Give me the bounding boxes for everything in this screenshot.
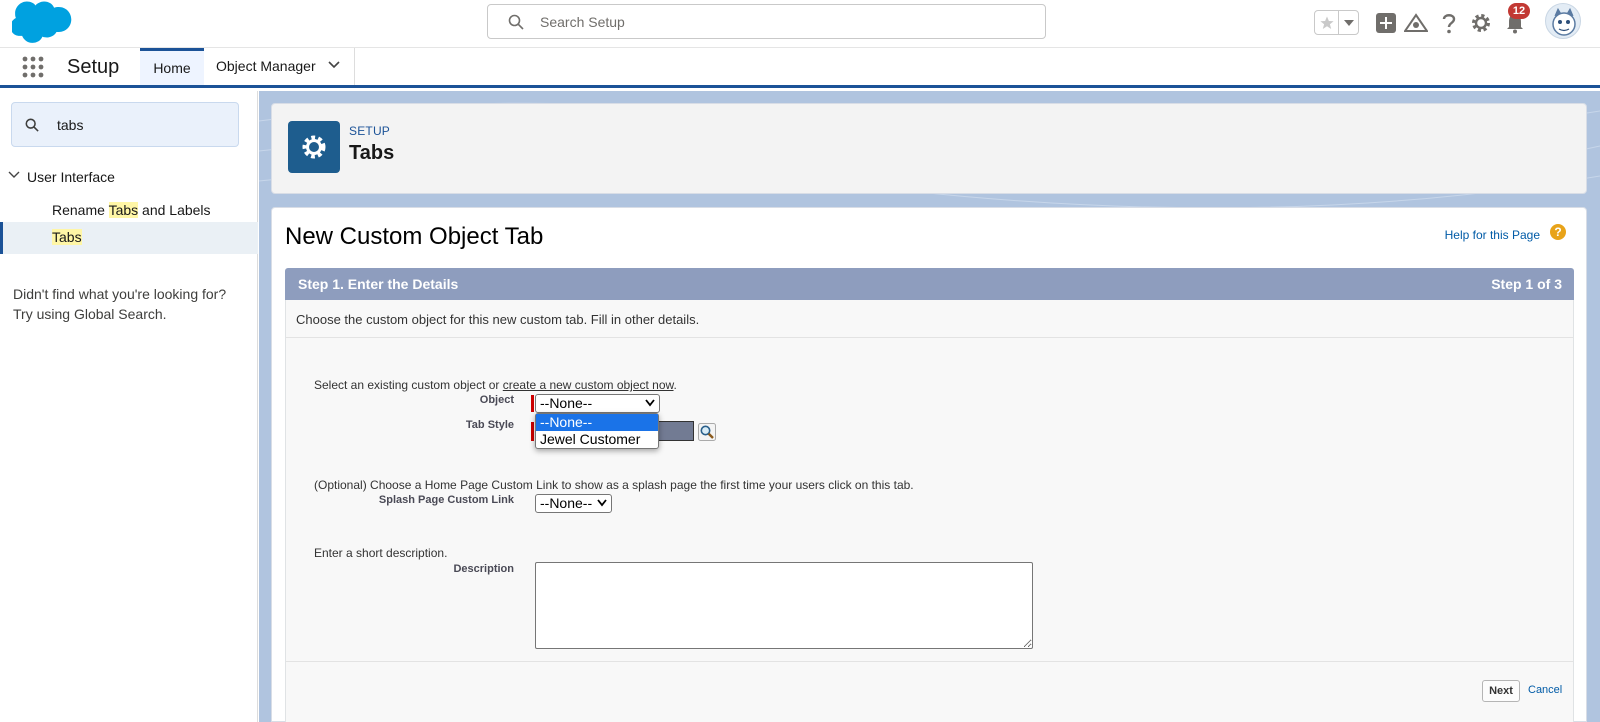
salesforce-logo[interactable] bbox=[12, 0, 74, 44]
search-icon bbox=[508, 14, 524, 30]
chevron-down-icon bbox=[597, 499, 607, 507]
sidebar-item-label: Tabs bbox=[52, 229, 82, 245]
tab-object-manager[interactable]: Object Manager bbox=[204, 48, 355, 85]
lookup-magnifier-icon[interactable] bbox=[698, 423, 716, 441]
chevron-down-icon[interactable] bbox=[328, 61, 340, 69]
divider bbox=[286, 661, 1573, 662]
setup-sidebar: tabs User Interface Rename Tabs and Labe… bbox=[0, 91, 258, 722]
setup-gear-icon bbox=[288, 121, 340, 173]
gear-icon[interactable] bbox=[1469, 11, 1493, 35]
step-intro-text: Choose the custom object for this new cu… bbox=[296, 312, 700, 327]
tree-group-user-interface[interactable]: User Interface bbox=[0, 163, 258, 193]
form-heading: New Custom Object Tab bbox=[285, 223, 544, 250]
quick-find-box[interactable]: tabs bbox=[11, 102, 239, 147]
app-window: 12 Setup Home Object Manager tabs User bbox=[0, 0, 1600, 722]
description-textarea[interactable] bbox=[535, 562, 1033, 649]
favorites-dropdown-icon[interactable] bbox=[1340, 11, 1358, 34]
step-counter: Step 1 of 3 bbox=[1491, 276, 1562, 292]
object-prompt: Select an existing custom object or crea… bbox=[314, 378, 677, 392]
create-custom-object-link[interactable]: create a new custom object now bbox=[503, 378, 674, 392]
divider bbox=[286, 337, 1573, 338]
required-indicator bbox=[531, 395, 534, 412]
user-avatar[interactable] bbox=[1545, 3, 1581, 39]
tree-group-label: User Interface bbox=[27, 169, 115, 185]
cancel-link[interactable]: Cancel bbox=[1528, 684, 1562, 696]
next-button[interactable]: Next bbox=[1482, 680, 1520, 702]
tab-home[interactable]: Home bbox=[140, 48, 204, 85]
global-actions-icon[interactable] bbox=[1374, 11, 1398, 35]
global-search-box[interactable] bbox=[487, 4, 1046, 39]
description-prompt: Enter a short description. bbox=[314, 546, 448, 560]
step-bar: Step 1. Enter the Details Step 1 of 3 bbox=[285, 268, 1574, 300]
sidebar-item-label: Rename Tabs and Labels bbox=[52, 202, 211, 218]
object-label: Object bbox=[479, 394, 514, 406]
tab-style-label: Tab Style bbox=[465, 419, 514, 431]
step-panel: Choose the custom object for this new cu… bbox=[285, 300, 1574, 722]
description-label: Description bbox=[453, 563, 514, 575]
sidebar-item-tabs[interactable]: Tabs bbox=[0, 222, 258, 254]
notification-count-badge: 12 bbox=[1508, 3, 1530, 19]
object-select-dropdown[interactable]: --None-- Jewel Customer bbox=[535, 413, 659, 449]
sidebar-help-text: Didn't find what you're looking for? Try… bbox=[13, 286, 227, 322]
favorites-control[interactable] bbox=[1314, 10, 1359, 35]
step-title: Step 1. Enter the Details bbox=[298, 276, 459, 292]
object-option-jewel-customer[interactable]: Jewel Customer bbox=[536, 431, 658, 448]
splash-page-custom-link-label: Splash Page Custom Link bbox=[378, 494, 514, 506]
help-question-icon[interactable]: ? bbox=[1550, 224, 1566, 240]
object-option-none[interactable]: --None-- bbox=[536, 414, 658, 431]
tab-object-manager-label: Object Manager bbox=[216, 58, 316, 74]
app-navigation-bar: Setup Home Object Manager bbox=[0, 48, 1600, 88]
global-header: 12 bbox=[0, 0, 1600, 48]
splash-page-custom-link-select[interactable]: --None-- bbox=[535, 494, 612, 513]
required-indicator bbox=[531, 422, 534, 441]
app-launcher-icon[interactable] bbox=[22, 56, 44, 78]
app-name: Setup bbox=[67, 56, 120, 78]
quick-find-input[interactable]: tabs bbox=[57, 117, 83, 133]
global-search-input[interactable] bbox=[540, 11, 1020, 33]
search-icon bbox=[25, 118, 39, 132]
chevron-down-icon[interactable] bbox=[8, 171, 20, 179]
help-icon[interactable] bbox=[1437, 11, 1461, 35]
object-select[interactable]: --None-- bbox=[535, 394, 660, 413]
trailhead-icon[interactable] bbox=[1404, 11, 1428, 35]
page-header: SETUP Tabs bbox=[271, 103, 1587, 194]
page-title: Tabs bbox=[349, 142, 395, 164]
chevron-down-icon bbox=[645, 399, 655, 407]
splash-prompt: (Optional) Choose a Home Page Custom Lin… bbox=[314, 478, 914, 492]
page-eyebrow: SETUP bbox=[349, 124, 391, 138]
help-for-this-page-link[interactable]: Help for this Page bbox=[1445, 228, 1540, 242]
star-icon[interactable] bbox=[1315, 11, 1339, 34]
